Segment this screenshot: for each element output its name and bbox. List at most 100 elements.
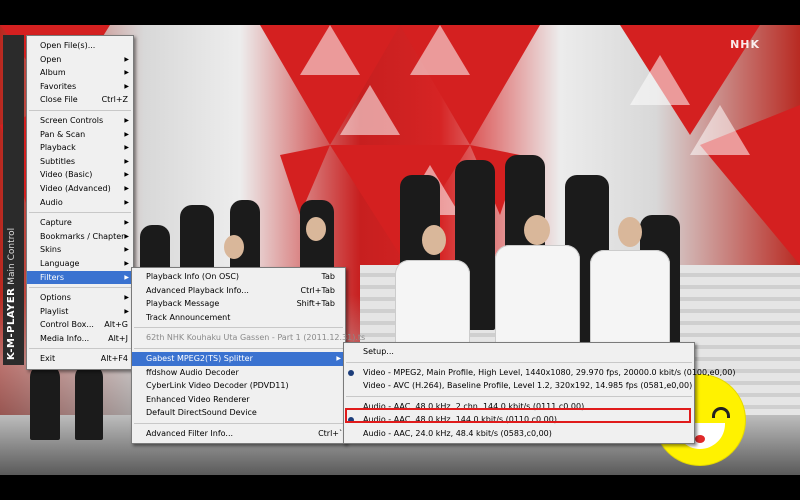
menu-pan-scan[interactable]: Pan & Scan ▶ xyxy=(27,128,133,142)
menu-shortcut: Shift+Tab xyxy=(296,299,335,309)
menu-label: Control Box... xyxy=(40,320,94,330)
menu-current-file: 62th NHK Kouhaku Uta Gassen - Part 1 (20… xyxy=(132,331,365,345)
menu-label: Pan & Scan xyxy=(40,129,86,139)
menu-label: Subtitles xyxy=(40,156,76,166)
menu-label: Album xyxy=(40,68,66,78)
menu-playback[interactable]: Playback ▶ xyxy=(27,141,133,155)
menu-favorites[interactable]: Favorites ▶ xyxy=(27,80,133,94)
menu-label: Language xyxy=(40,258,80,268)
menu-label: Capture xyxy=(40,218,72,228)
main-context-menu: Open File(s)... Open ▶ Album ▶ Favorites ▶ … xyxy=(26,35,134,371)
menu-subtitles[interactable]: Subtitles ▶ xyxy=(27,155,133,169)
submenu-arrow-icon: ▶ xyxy=(124,130,129,138)
smiley-tongue xyxy=(695,435,705,443)
menu-separator xyxy=(134,422,343,424)
submenu-arrow-icon: ▶ xyxy=(124,307,129,315)
menu-options[interactable]: Options ▶ xyxy=(27,291,133,305)
menu-separator xyxy=(29,212,131,214)
submenu-arrow-icon: ▶ xyxy=(124,273,129,281)
menu-audio-stream-0583[interactable]: Audio - AAC, 24.0 kHz, 48.4 kbit/s (0583… xyxy=(344,427,694,441)
menu-advanced-filter-info[interactable]: Advanced Filter Info... Ctrl+` xyxy=(132,427,345,441)
menu-label: Open xyxy=(40,54,62,64)
menu-shortcut: Ctrl+Tab xyxy=(300,285,335,295)
submenu-arrow-icon: ▶ xyxy=(124,55,129,63)
menu-filters[interactable]: Filters ▶ xyxy=(27,270,133,285)
menu-track-announcement[interactable]: Track Announcement xyxy=(132,311,345,325)
menu-label: Filters xyxy=(40,272,64,282)
menu-label: 62th NHK Kouhaku Uta Gassen - Part 1 (20… xyxy=(146,333,366,343)
menu-shortcut: Ctrl+` xyxy=(318,428,343,438)
splitter-submenu: Setup... Video - MPEG2, Main Profile, Hi… xyxy=(343,342,735,444)
menu-separator xyxy=(29,348,131,350)
menu-default-directsound[interactable]: Default DirectSound Device xyxy=(132,406,345,420)
filters-submenu: Playback Info (On OSC) Tab Advanced Playb… xyxy=(131,267,365,444)
menu-video-basic[interactable]: Video (Basic) ▶ xyxy=(27,168,133,182)
menu-playback-info-osc[interactable]: Playback Info (On OSC) Tab xyxy=(132,270,345,284)
menu-playlist[interactable]: Playlist ▶ xyxy=(27,305,133,319)
menu-label: Video - AVC (H.264), Baseline Profile, L… xyxy=(363,381,693,391)
menu-label: Audio - AAC, 24.0 kHz, 48.4 kbit/s (0583… xyxy=(363,428,552,438)
menu-open-files[interactable]: Open File(s)... xyxy=(27,39,133,53)
menu-label: Skins xyxy=(40,245,62,255)
kmplayer-logo-main: K-M-PLAYER xyxy=(6,287,17,360)
menu-bookmarks-chapter[interactable]: Bookmarks / Chapter ▶ xyxy=(27,230,133,244)
menu-label: Playback xyxy=(40,143,76,153)
menu-label: Playlist xyxy=(40,306,69,316)
menu-label: Favorites xyxy=(40,81,77,91)
kmplayer-logo-sub: Main Control xyxy=(7,227,17,285)
menu-ffdshow-audio-decoder[interactable]: ffdshow Audio Decoder xyxy=(132,366,345,380)
menu-label: Setup... xyxy=(363,347,394,356)
menu-shortcut: Alt+F4 xyxy=(100,354,128,364)
submenu-arrow-icon: ▶ xyxy=(124,171,129,179)
menu-separator xyxy=(134,327,343,329)
menu-language[interactable]: Language ▶ xyxy=(27,257,133,271)
menu-label: Gabest MPEG2(TS) Splitter xyxy=(146,353,253,363)
menu-skins[interactable]: Skins ▶ xyxy=(27,243,133,257)
menu-media-info[interactable]: Media Info... Alt+J xyxy=(27,332,133,346)
menu-label: Video (Advanced) xyxy=(40,183,111,193)
menu-audio[interactable]: Audio ▶ xyxy=(27,196,133,210)
menu-separator xyxy=(29,287,131,289)
menu-label: Screen Controls xyxy=(40,115,104,125)
menu-separator xyxy=(346,395,692,397)
submenu-arrow-icon: ▶ xyxy=(124,219,129,227)
submenu-arrow-icon: ▶ xyxy=(124,184,129,192)
menu-album[interactable]: Album ▶ xyxy=(27,66,133,80)
menu-label: Options xyxy=(40,293,71,303)
menu-label: Enhanced Video Renderer xyxy=(146,394,250,404)
menu-label: Advanced Playback Info... xyxy=(146,285,249,295)
menu-splitter-setup[interactable]: Setup... xyxy=(344,345,694,359)
menu-video-stream-mpeg2[interactable]: Video - MPEG2, Main Profile, High Level,… xyxy=(344,366,735,380)
menu-label: CyberLink Video Decoder (PDVD11) xyxy=(146,381,289,391)
menu-open[interactable]: Open ▶ xyxy=(27,53,133,67)
menu-shortcut: Alt+J xyxy=(108,333,128,343)
menu-label: Bookmarks / Chapter xyxy=(40,231,125,241)
menu-shortcut: Alt+G xyxy=(104,320,128,330)
menu-gabest-splitter[interactable]: Gabest MPEG2(TS) Splitter ▶ xyxy=(132,351,345,366)
menu-label: Exit xyxy=(40,354,56,364)
menu-advanced-playback-info[interactable]: Advanced Playback Info... Ctrl+Tab xyxy=(132,284,345,298)
submenu-arrow-icon: ▶ xyxy=(124,246,129,254)
menu-close-file[interactable]: Close File Ctrl+Z xyxy=(27,93,133,107)
menu-video-advanced[interactable]: Video (Advanced) ▶ xyxy=(27,182,133,196)
menu-screen-controls[interactable]: Screen Controls ▶ xyxy=(27,114,133,128)
menu-playback-message[interactable]: Playback Message Shift+Tab xyxy=(132,297,345,311)
radio-selected-icon xyxy=(348,369,354,376)
menu-label: Playback Message xyxy=(146,299,220,309)
menu-label: Video (Basic) xyxy=(40,170,93,180)
menu-label: ffdshow Audio Decoder xyxy=(146,367,239,377)
menu-exit[interactable]: Exit Alt+F4 xyxy=(27,352,133,366)
menu-label: Default DirectSound Device xyxy=(146,408,257,418)
menu-cyberlink-video-decoder[interactable]: CyberLink Video Decoder (PDVD11) xyxy=(132,379,345,393)
menu-video-stream-avc[interactable]: Video - AVC (H.264), Baseline Profile, L… xyxy=(344,379,694,393)
menu-separator xyxy=(29,109,131,111)
menu-enhanced-video-renderer[interactable]: Enhanced Video Renderer xyxy=(132,393,345,407)
submenu-arrow-icon: ▶ xyxy=(124,144,129,152)
menu-label: Advanced Filter Info... xyxy=(146,428,234,438)
menu-control-box[interactable]: Control Box... Alt+G xyxy=(27,318,133,332)
submenu-arrow-icon: ▶ xyxy=(124,198,129,206)
nhk-watermark: NHK xyxy=(730,38,760,51)
menu-capture[interactable]: Capture ▶ xyxy=(27,216,133,230)
menu-separator xyxy=(134,347,343,349)
submenu-arrow-icon: ▶ xyxy=(124,69,129,77)
